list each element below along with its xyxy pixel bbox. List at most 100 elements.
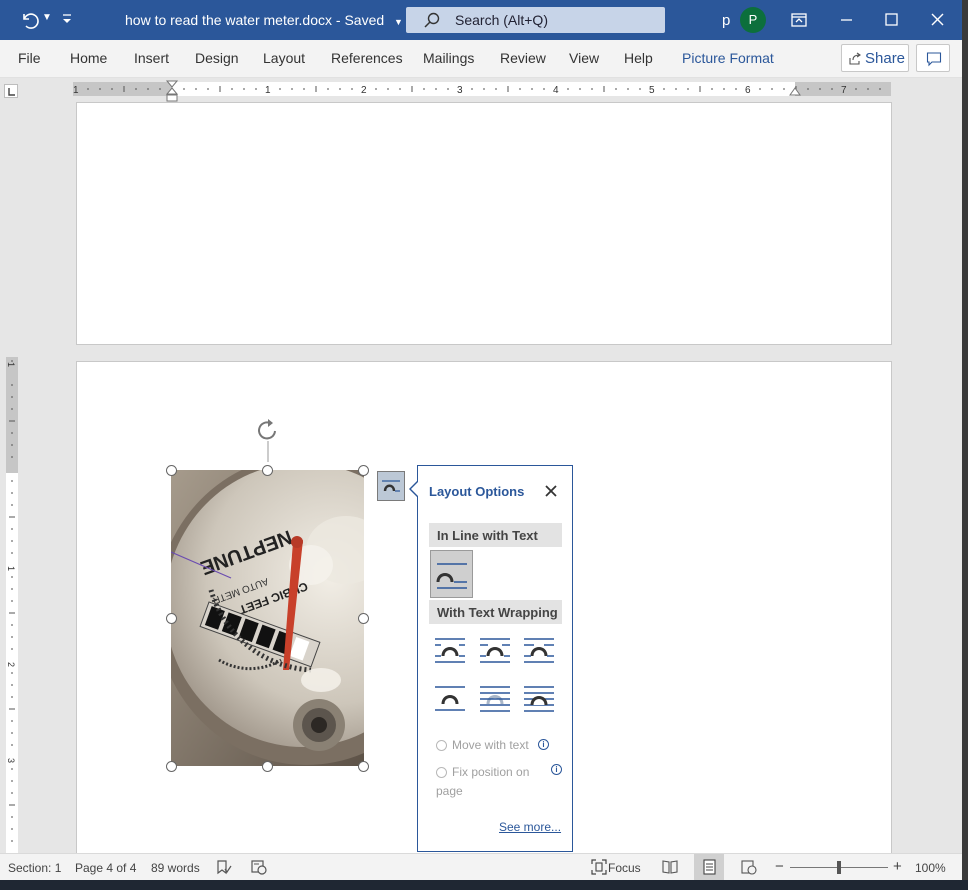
background-window-edge: [962, 0, 968, 890]
in-line-with-text-icon: [436, 563, 467, 589]
zoom-slider-thumb[interactable]: [837, 861, 841, 874]
avatar[interactable]: P: [740, 7, 766, 33]
zoom-in-button[interactable]: +: [893, 858, 902, 875]
close-icon[interactable]: [927, 9, 949, 31]
water-meter-image: NEPTUNE AUTO METR CUBIC FEET: [171, 470, 364, 766]
ruler-number: 1: [265, 85, 271, 96]
ruler-number: 2: [6, 662, 16, 667]
tab-layout[interactable]: Layout: [263, 50, 305, 66]
focus-icon[interactable]: [591, 859, 607, 875]
web-layout-icon[interactable]: [741, 860, 757, 875]
undo-dropdown-icon[interactable]: ▼: [42, 12, 52, 23]
proofing-icon[interactable]: [216, 860, 232, 875]
tab-home[interactable]: Home: [70, 50, 107, 66]
maximize-icon[interactable]: [881, 9, 903, 31]
wrap-in-front-of-text-button[interactable]: [522, 684, 556, 714]
resize-handle-bottom-left[interactable]: [166, 761, 177, 772]
fix-position-radio[interactable]: [436, 767, 447, 778]
focus-button[interactable]: Focus: [608, 861, 641, 875]
ruler-number: 3: [457, 85, 463, 96]
wrap-square-button[interactable]: [433, 636, 467, 666]
right-indent-marker[interactable]: [789, 87, 801, 97]
wrap-through-icon: [524, 638, 554, 663]
zoom-level[interactable]: 100%: [915, 861, 946, 875]
wrap-behind-text-icon: [480, 686, 510, 712]
search-placeholder: Search (Alt+Q): [455, 12, 548, 28]
info-icon[interactable]: i: [551, 764, 562, 775]
print-layout-button[interactable]: [694, 854, 724, 880]
vertical-ruler[interactable]: 1 1 2 3: [6, 357, 18, 853]
tab-mailings[interactable]: Mailings: [423, 50, 474, 66]
rotate-handle-icon[interactable]: [256, 418, 282, 462]
tab-design[interactable]: Design: [195, 50, 239, 66]
wrap-tight-button[interactable]: [478, 636, 512, 666]
status-bar: Section: 1 Page 4 of 4 89 words Focus − …: [0, 853, 962, 880]
ribbon-tab-bar: File Home Insert Design Layout Reference…: [0, 40, 962, 78]
layout-options-panel: Layout Options In Line with Text With Te…: [409, 465, 573, 852]
comment-icon: [926, 52, 942, 67]
tab-view[interactable]: View: [569, 50, 599, 66]
layout-options-button[interactable]: [377, 471, 405, 501]
ruler-number: 2: [361, 85, 367, 96]
ribbon-display-icon[interactable]: [788, 9, 810, 31]
see-more-link[interactable]: See more...: [499, 820, 561, 834]
ruler-number: 5: [649, 85, 655, 96]
tab-picture-format[interactable]: Picture Format: [682, 50, 774, 66]
resize-handle-top[interactable]: [262, 465, 273, 476]
search-box[interactable]: Search (Alt+Q): [406, 7, 665, 33]
tab-selector[interactable]: [4, 84, 18, 98]
fix-position-option[interactable]: Fix position on page: [436, 763, 546, 801]
tab-review[interactable]: Review: [500, 50, 546, 66]
minimize-icon[interactable]: [836, 9, 858, 31]
resize-handle-bottom-right[interactable]: [358, 761, 369, 772]
wrap-in-line-with-text-button[interactable]: [430, 550, 473, 598]
document-name: how to read the water meter.docx: [125, 12, 332, 28]
resize-handle-right[interactable]: [358, 613, 369, 624]
resize-handle-bottom[interactable]: [262, 761, 273, 772]
wrap-tight-icon: [480, 638, 510, 663]
move-with-text-label: Move with text: [452, 738, 529, 752]
document-title[interactable]: how to read the water meter.docx - Saved…: [125, 12, 403, 28]
resize-handle-top-right[interactable]: [358, 465, 369, 476]
fix-position-label: Fix position on page: [436, 765, 530, 798]
zoom-out-button[interactable]: −: [775, 858, 784, 875]
horizontal-ruler[interactable]: 1 1 2 3 4 5 6 7: [73, 80, 891, 102]
page-previous[interactable]: [76, 102, 892, 345]
customize-qat-icon[interactable]: [62, 13, 72, 27]
resize-handle-left[interactable]: [166, 613, 177, 624]
close-icon[interactable]: [545, 485, 557, 497]
resize-handle-top-left[interactable]: [166, 465, 177, 476]
section-indicator[interactable]: Section: 1: [8, 861, 61, 875]
move-with-text-option[interactable]: Move with text: [436, 738, 529, 752]
layout-options-icon: [382, 480, 400, 492]
user-name[interactable]: p: [722, 12, 730, 29]
water-meter-picture[interactable]: NEPTUNE AUTO METR CUBIC FEET: [171, 470, 364, 766]
info-icon[interactable]: i: [538, 739, 549, 750]
move-with-text-radio[interactable]: [436, 740, 447, 751]
comments-button[interactable]: [916, 44, 950, 72]
page-indicator[interactable]: Page 4 of 4: [75, 861, 136, 875]
wrap-square-icon: [435, 638, 465, 663]
save-status-dropdown-icon[interactable]: ▼: [394, 17, 403, 27]
tab-help[interactable]: Help: [624, 50, 653, 66]
wrap-top-bottom-button[interactable]: [433, 684, 467, 714]
taskbar-strip: [0, 880, 968, 890]
ruler-number: 3: [6, 758, 16, 763]
wrap-top-bottom-icon: [435, 686, 465, 711]
tab-insert[interactable]: Insert: [134, 50, 169, 66]
word-count[interactable]: 89 words: [151, 861, 200, 875]
first-line-indent-marker[interactable]: [166, 80, 178, 104]
tab-file[interactable]: File: [18, 50, 41, 66]
accessibility-icon[interactable]: [251, 860, 267, 875]
wrap-through-button[interactable]: [522, 636, 556, 666]
ruler-number: 7: [841, 85, 847, 96]
tab-references[interactable]: References: [331, 50, 403, 66]
share-button[interactable]: Share: [841, 44, 909, 72]
undo-icon[interactable]: [18, 9, 40, 31]
title-bar: ▼ how to read the water meter.docx - Sav…: [0, 0, 962, 40]
ruler-number: 1: [6, 362, 16, 367]
wrap-behind-text-button[interactable]: [478, 684, 512, 714]
layout-options-title: Layout Options: [429, 484, 525, 499]
read-mode-icon[interactable]: [662, 860, 678, 874]
document-canvas[interactable]: 11234567 1123 NEPTUNE AUTO METR CUBIC FE…: [0, 78, 962, 853]
